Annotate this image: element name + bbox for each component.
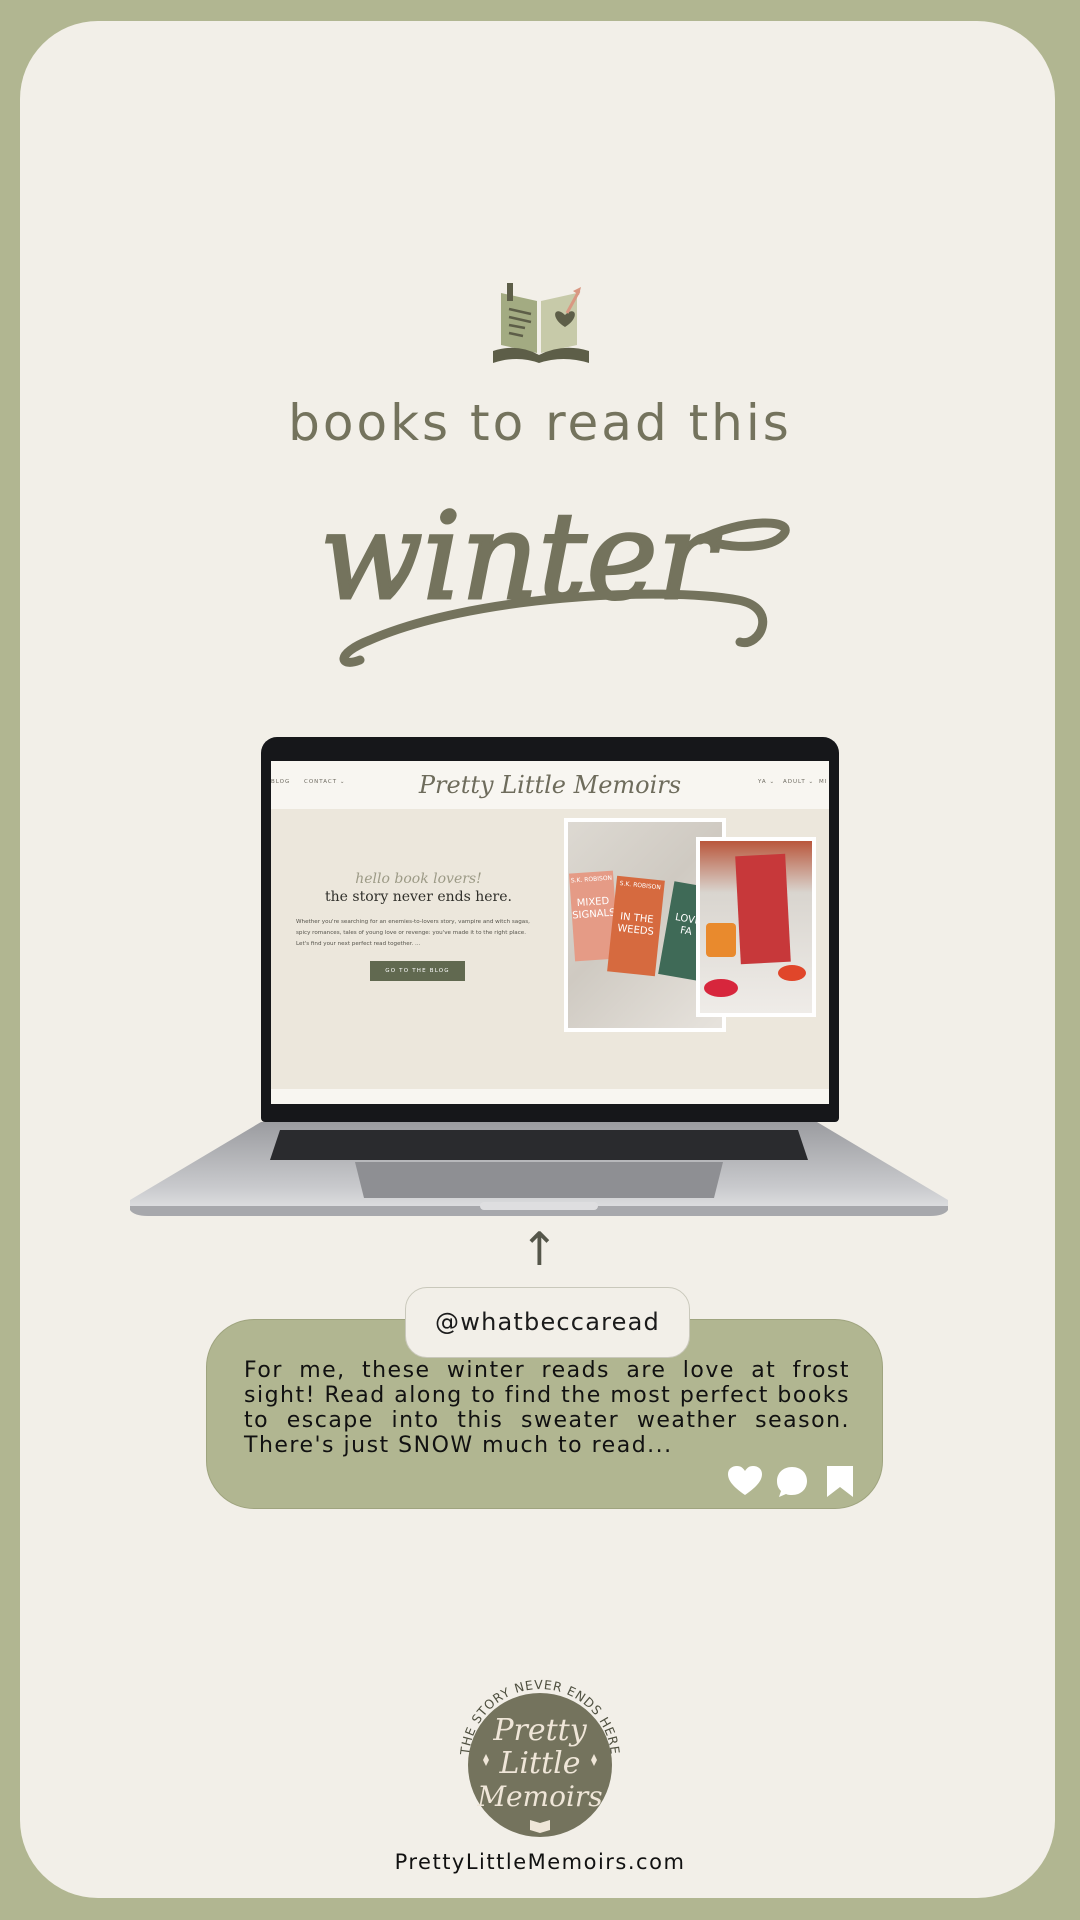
nav-link-more[interactable]: MI	[819, 779, 827, 785]
leaves	[704, 979, 738, 997]
nav-link-ya[interactable]: YA ⌄	[758, 779, 775, 785]
badge-line-memoirs: Memoirs	[476, 1780, 602, 1813]
book-cover-red	[735, 853, 791, 965]
bookmark-icon[interactable]	[827, 1466, 853, 1497]
candle	[706, 923, 736, 957]
book-cover-in-the-weeds: S.K. ROBISON IN THE WEEDS	[607, 875, 665, 977]
site-logo[interactable]: Pretty Little Memoirs	[271, 771, 829, 799]
go-to-blog-button[interactable]: GO TO THE BLOG	[370, 961, 465, 981]
leaves	[778, 965, 806, 981]
username-handle[interactable]: @whatbeccaread	[405, 1287, 690, 1358]
winter-script-title: winter	[319, 487, 790, 667]
heart-icon[interactable]	[728, 1466, 762, 1496]
post-caption: For me, these winter reads are love at f…	[244, 1358, 850, 1458]
site-tagline: the story never ends here.	[325, 889, 512, 905]
candle-book-photo	[696, 837, 816, 1017]
book-heart-icon	[493, 283, 589, 363]
site-nav-bar: BLOG CONTACT ⌄ Pretty Little Memoirs YA …	[271, 761, 829, 809]
footer-website-url[interactable]: PrettyLittleMemoirs.com	[0, 1850, 1080, 1874]
site-intro-paragraph: Whether you're searching for an enemies-…	[296, 919, 530, 947]
badge-line-little: Little	[499, 1746, 581, 1781]
comment-icon[interactable]	[776, 1466, 808, 1498]
nav-link-adult[interactable]: ADULT ⌄	[783, 779, 814, 785]
laptop-screen: BLOG CONTACT ⌄ Pretty Little Memoirs YA …	[271, 761, 829, 1104]
headline-text: books to read this	[288, 394, 792, 452]
hello-script-text: hello book lovers!	[355, 871, 482, 887]
laptop-base	[130, 1122, 948, 1216]
pretty-little-memoirs-badge: THE STORY NEVER ENDS HERE Pretty Little …	[457, 1677, 622, 1837]
badge-line-pretty: Pretty	[492, 1713, 587, 1748]
screen-bottom-strip	[271, 1089, 829, 1104]
up-arrow-icon: ↑	[520, 1222, 559, 1276]
